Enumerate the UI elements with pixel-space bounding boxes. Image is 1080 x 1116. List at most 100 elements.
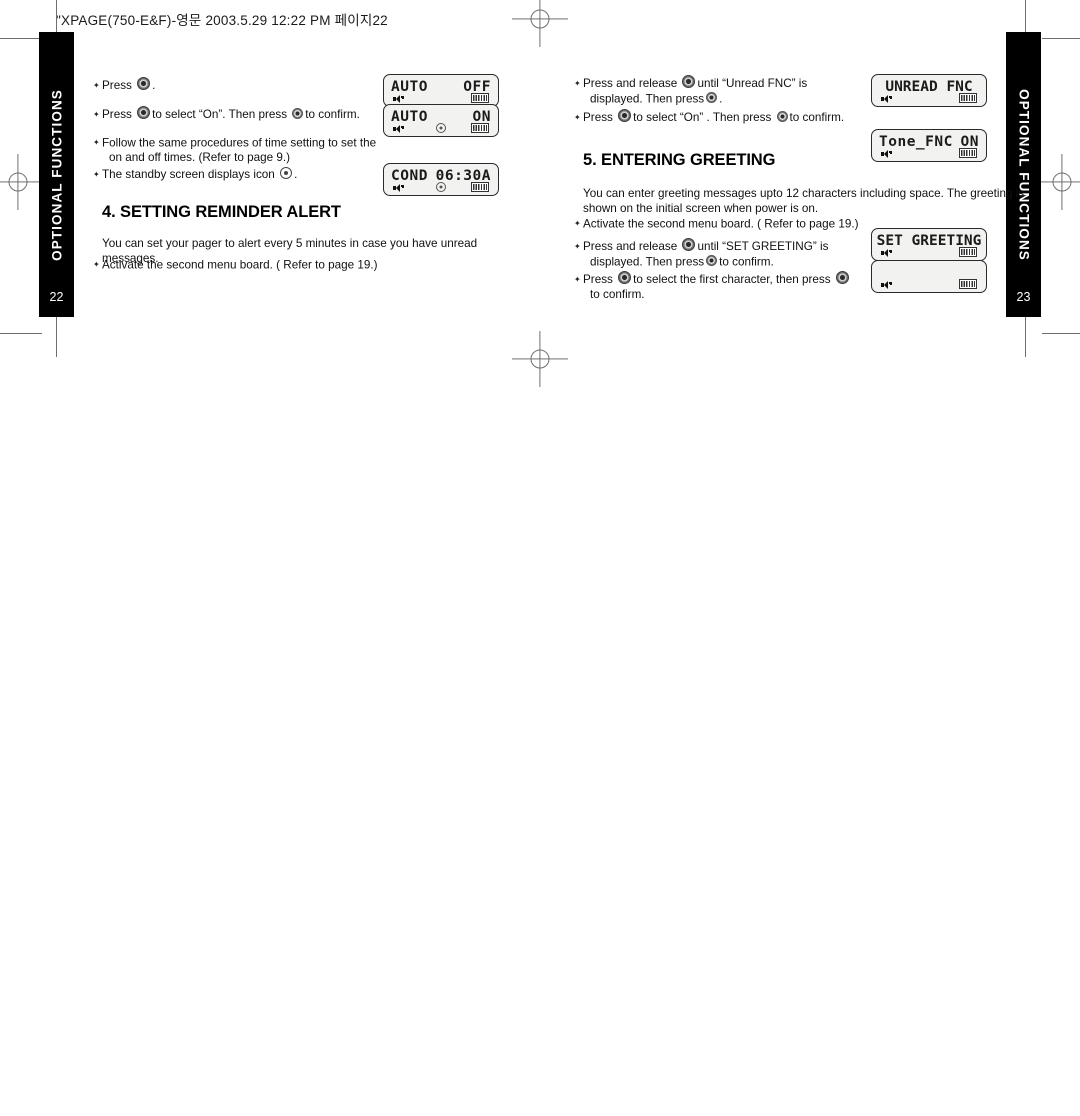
- crop-mark-bottom-right-vertical: [1025, 312, 1026, 357]
- section-heading-entering-greeting: 5. ENTERING GREETING: [583, 151, 776, 169]
- page-number-left: 22: [49, 290, 64, 304]
- crop-mark-bottom-left-vertical: [56, 312, 57, 357]
- msg-indicator-icon: [959, 93, 977, 103]
- lcd-status-bar: [384, 181, 498, 193]
- registration-mark-bottom-center: [512, 331, 568, 387]
- bullet-time-setting: ✦ Follow the same procedures of time sett…: [93, 136, 377, 166]
- round-button-icon: [682, 238, 696, 251]
- bullet-text-post: until “SET GREETING” is: [697, 240, 829, 253]
- lcd-status-bar: [384, 93, 498, 104]
- speaker-icon: [393, 95, 404, 103]
- speaker-icon: [881, 150, 892, 158]
- bullet-text-post: to confirm.: [789, 111, 845, 124]
- lcd-status-bar: [872, 279, 986, 290]
- round-button-icon: [682, 75, 696, 88]
- registration-mark-top-center: [512, 0, 568, 47]
- msg-indicator-icon: [471, 182, 489, 192]
- bullet-text-pre: Press: [583, 273, 613, 286]
- bullet-text-post: until “Unread FNC” is: [697, 77, 808, 90]
- round-button-icon: [292, 107, 304, 119]
- alarm-circle-icon: [280, 167, 293, 179]
- bullet-line2: displayed. Then press to confirm.: [583, 254, 873, 270]
- round-button-icon: [706, 254, 718, 266]
- bullet-standby-icon: ✦ The standby screen displays icon .: [93, 167, 377, 183]
- alarm-circle-icon: [436, 122, 446, 133]
- bullet-text-pre: Press: [583, 111, 613, 124]
- lcd-set-greeting: SET GREETING: [871, 228, 987, 261]
- sidebar-right-label: OPTIONAL FUNCTIONS: [1016, 88, 1031, 261]
- round-button-icon: [776, 110, 788, 122]
- bullet-marker: ✦: [574, 78, 581, 88]
- manual-page-spread: "XPAGE(750-E&F)-영문 2003.5.29 12:22 PM 페이…: [0, 0, 1080, 1116]
- speaker-icon: [393, 125, 404, 133]
- bullet-marker: ✦: [574, 219, 581, 228]
- bullet-marker: ✦: [574, 112, 581, 122]
- msg-indicator-icon: [471, 93, 489, 103]
- bullet-text-pre: Press: [102, 108, 132, 121]
- sidebar-tab-left: OPTIONAL FUNCTIONS 22: [39, 32, 74, 317]
- bullet-text-tail: .: [294, 168, 298, 181]
- bullet-unread-fnc: ✦ Press and release until “Unread FNC” is…: [574, 75, 868, 107]
- lcd-tone-fnc-on: Tone_FNC ON: [871, 129, 987, 162]
- round-button-icon: [137, 77, 151, 90]
- bullet-text: The standby screen displays icon: [102, 168, 275, 181]
- bullet-text-line2-post: .: [719, 92, 723, 105]
- lcd-status-bar: [384, 122, 498, 134]
- speaker-icon: [881, 249, 892, 257]
- bullet-text: Activate the second menu board. ( Refer …: [583, 217, 859, 231]
- section-heading-reminder-alert: 4. SETTING REMINDER ALERT: [102, 203, 341, 221]
- bullet-text-post: to confirm.: [305, 108, 360, 121]
- bullet-activate-menu-board-left: ✦ Activate the second menu board. ( Refer…: [93, 258, 432, 273]
- bullet-marker: ✦: [574, 241, 581, 251]
- round-button-icon: [137, 106, 151, 119]
- round-button-icon: [706, 91, 718, 103]
- bullet-marker: ✦: [93, 109, 100, 119]
- section-paragraph-greeting-line1: You can enter greeting messages upto 12 …: [583, 187, 1025, 200]
- crop-mark-left-upper-horizontal: [0, 38, 42, 39]
- bullet-marker: ✦: [93, 260, 100, 269]
- bullet-select-on-right: ✦ Press to select “On” . Then press to co…: [574, 109, 873, 126]
- bullet-text-line2: on and off times. (Refer to page 9.): [109, 151, 291, 164]
- msg-indicator-icon: [959, 247, 977, 257]
- round-button-icon: [618, 271, 632, 284]
- lcd-auto-on: AUTO ON: [383, 104, 499, 137]
- lcd-unread-fnc: UNREAD FNC: [871, 74, 987, 107]
- bullet-text-line2: to confirm.: [590, 287, 645, 301]
- bullet-text-line2-pre: displayed. Then press: [590, 255, 705, 268]
- sidebar-left-label: OPTIONAL FUNCTIONS: [49, 88, 64, 261]
- lcd-status-bar: [872, 148, 986, 159]
- bullet-text: Press: [102, 79, 132, 92]
- bullet-text-mid: to select the first character, then pres…: [633, 273, 831, 286]
- bullet-text-mid: to select “On” . Then press: [633, 111, 772, 124]
- bullet-marker: ✦: [93, 169, 100, 179]
- bullet-text-pre: Press and release: [583, 77, 678, 90]
- bullet-marker: ✦: [93, 80, 100, 90]
- bullet-marker: ✦: [93, 138, 100, 147]
- print-header: "XPAGE(750-E&F)-영문 2003.5.29 12:22 PM 페이…: [56, 13, 388, 28]
- bullet-select-on: ✦ Press to select “On”. Then press to con…: [93, 106, 382, 123]
- sidebar-tab-right: OPTIONAL FUNCTIONS 23: [1006, 32, 1041, 317]
- section-paragraph-greeting-line2: shown on the initial screen when power i…: [583, 202, 819, 215]
- lcd-status-bar: [872, 247, 986, 258]
- crop-mark-right-lower-horizontal: [1042, 333, 1080, 334]
- bullet-text-line1: Follow the same procedures of time setti…: [102, 136, 377, 150]
- page-number-right: 23: [1016, 290, 1031, 304]
- bullet-activate-menu-board-right: ✦ Activate the second menu board. ( Refer…: [574, 217, 913, 232]
- msg-indicator-icon: [471, 123, 489, 133]
- bullet-text: Activate the second menu board. ( Refer …: [102, 258, 378, 272]
- bullet-text-line2-pre: displayed. Then press: [590, 92, 705, 105]
- bullet-line2: displayed. Then press.: [583, 91, 868, 107]
- msg-indicator-icon: [959, 279, 977, 289]
- speaker-icon: [881, 95, 892, 103]
- bullet-select-first-character: ✦ Press to select the first character, th…: [574, 271, 873, 302]
- bullet-set-greeting: ✦ Press and release until “SET GREETING” …: [574, 238, 873, 270]
- round-button-icon: [835, 271, 849, 284]
- registration-mark-right: [1034, 154, 1080, 210]
- speaker-icon: [393, 184, 404, 192]
- lcd-auto-off: AUTO OFF: [383, 74, 499, 107]
- lcd-greeting-blocks: [871, 260, 987, 293]
- bullet-marker: ✦: [574, 274, 581, 284]
- crop-mark-left-lower-horizontal: [0, 333, 42, 334]
- bullet-text-pre: Press and release: [583, 240, 678, 253]
- bullet-text-line2-post: to confirm.: [719, 255, 774, 268]
